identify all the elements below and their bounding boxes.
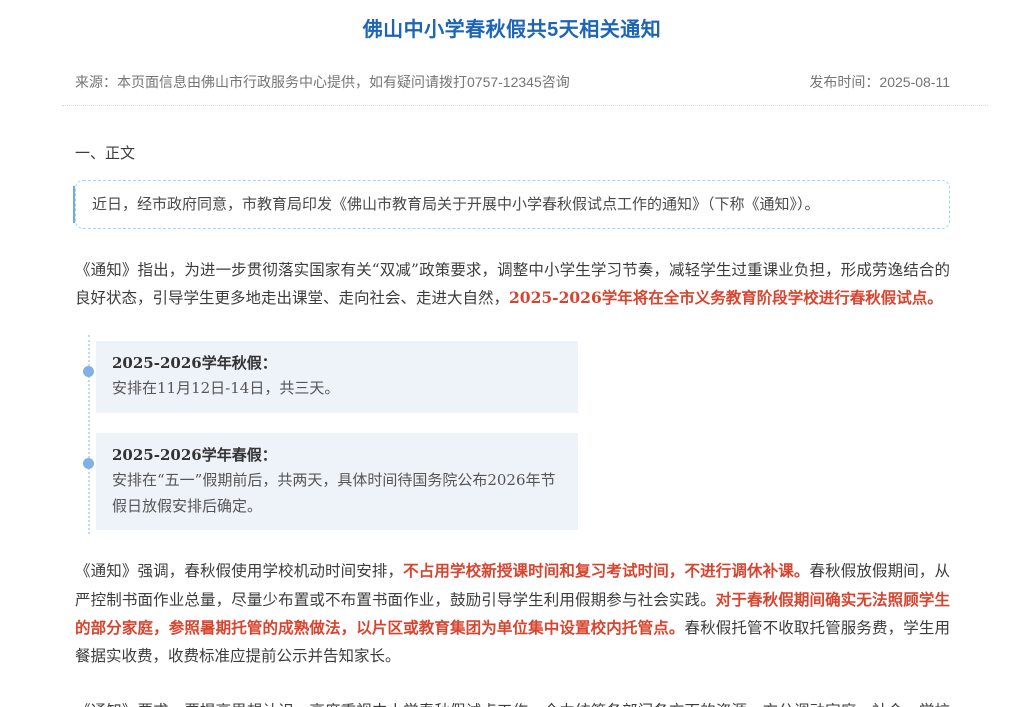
timeline-item-title: 2025-2026学年春假： bbox=[112, 443, 562, 469]
publish-time-label: 发布时间：2025-08-11 bbox=[809, 72, 950, 92]
article-body: 近日，经市政府同意，市教育局印发《佛山市教育局关于开展中小学春秋假试点工作的通知… bbox=[75, 180, 950, 707]
timeline-item-title: 2025-2026学年秋假： bbox=[112, 351, 562, 377]
body-text: 《通知》强调，春秋假使用学校机动时间安排， bbox=[75, 562, 403, 580]
emphasis-text: 不占用学校新授课时间和复习考试时间，不进行调休补课。 bbox=[403, 561, 809, 580]
meta-row: 来源：本页面信息由佛山市行政服务中心提供，如有疑问请拨打0757-12345咨询… bbox=[75, 72, 950, 92]
body-text: 《通知》要求，要提高思想认识，高度重视中小学春秋假试点工作，全力统筹各部门各方面… bbox=[75, 702, 950, 707]
lead-quote-box: 近日，经市政府同意，市教育局印发《佛山市教育局关于开展中小学春秋假试点工作的通知… bbox=[75, 180, 950, 229]
emphasis-text: 2025-2026学年将在全市义务教育阶段学校进行春秋假试点。 bbox=[509, 288, 943, 307]
source-label: 来源：本页面信息由佛山市行政服务中心提供，如有疑问请拨打0757-12345咨询 bbox=[75, 72, 570, 92]
paragraph-3: 《通知》要求，要提高思想认识，高度重视中小学春秋假试点工作，全力统筹各部门各方面… bbox=[75, 697, 950, 707]
timeline-item-body: 安排在11月12日-14日，共三天。 bbox=[112, 376, 562, 402]
timeline-item: 2025-2026学年秋假：安排在11月12日-14日，共三天。 bbox=[96, 341, 578, 413]
dotted-divider bbox=[62, 105, 988, 106]
page-title: 佛山中小学春秋假共5天相关通知 bbox=[0, 0, 1024, 42]
section-heading: 一、正文 bbox=[75, 142, 950, 163]
timeline-dot-icon bbox=[83, 366, 94, 377]
timeline-dot-icon bbox=[83, 458, 94, 469]
paragraph-1: 《通知》指出，为进一步贯彻落实国家有关“双减”政策要求，调整中小学生学习节奏，减… bbox=[75, 256, 950, 312]
timeline-item: 2025-2026学年春假：安排在“五一”假期前后，共两天，具体时间待国务院公布… bbox=[96, 433, 578, 531]
paragraph-2: 《通知》强调，春秋假使用学校机动时间安排，不占用学校新授课时间和复习考试时间，不… bbox=[75, 557, 950, 670]
holiday-timeline: 2025-2026学年秋假：安排在11月12日-14日，共三天。2025-202… bbox=[88, 341, 950, 531]
timeline-item-body: 安排在“五一”假期前后，共两天，具体时间待国务院公布2026年节假日放假安排后确… bbox=[112, 468, 562, 519]
